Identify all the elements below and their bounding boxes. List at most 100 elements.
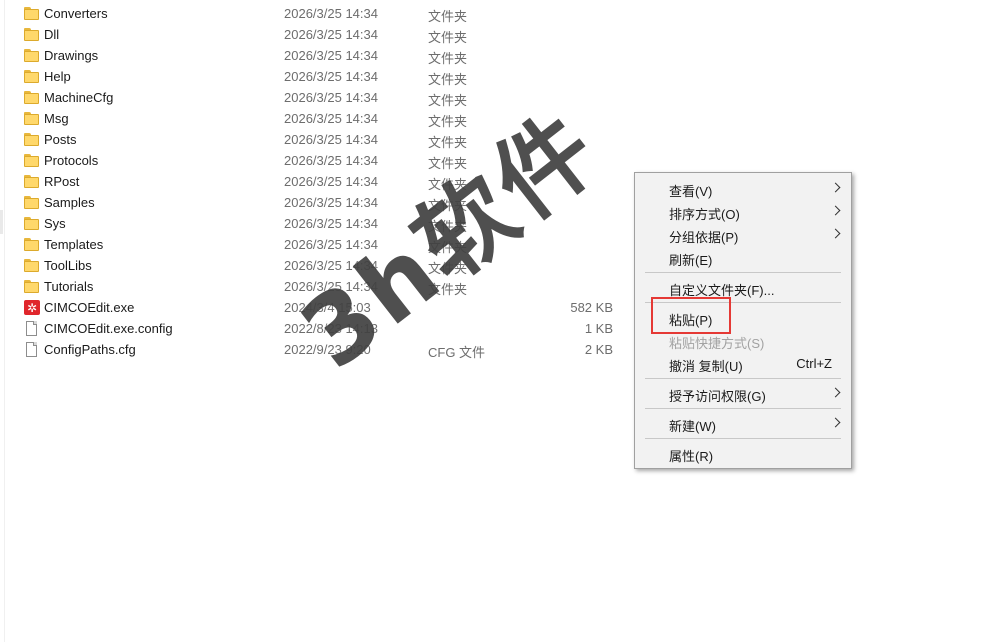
file-name: Converters (44, 6, 108, 21)
file-type: 文件夹 (428, 72, 468, 87)
file-row[interactable]: Msg 2026/3/25 14:34 文件夹 (0, 108, 640, 129)
file-size: 2 KB (584, 342, 613, 357)
file-type: 文件夹 (428, 156, 468, 171)
file-name: Templates (44, 237, 104, 252)
file-type: 文件夹 (428, 177, 468, 192)
chevron-right-icon (830, 417, 841, 428)
file-row[interactable]: ToolLibs 2026/3/25 14:34 文件夹 (0, 255, 640, 276)
menu-item-refresh[interactable]: 刷新(E) (635, 246, 851, 269)
file-row[interactable]: ConfigPaths.cfg 2022/9/23 9:20 CFG 文件 2 … (0, 339, 640, 360)
file-date: 2022/8/23 14:13 (284, 321, 378, 336)
folder-icon (24, 111, 40, 126)
file-row[interactable]: Help 2026/3/25 14:34 文件夹 (0, 66, 640, 87)
file-date: 2026/3/25 14:34 (284, 27, 378, 42)
file-type: 文件夹 (428, 240, 468, 255)
menu-item-new[interactable]: 新建(W) (635, 412, 851, 435)
file-row[interactable]: Tutorials 2026/3/25 14:34 文件夹 (0, 276, 640, 297)
file-size: 582 KB (570, 300, 613, 315)
document-icon (24, 342, 40, 357)
file-name: Protocols (44, 153, 99, 168)
menu-separator (645, 378, 841, 379)
menu-item-group-by[interactable]: 分组依据(P) (635, 223, 851, 246)
file-name: Dll (44, 27, 60, 42)
file-name: Samples (44, 195, 95, 210)
chevron-right-icon (830, 228, 841, 239)
file-type: 文件夹 (428, 282, 468, 297)
file-name: ToolLibs (44, 258, 92, 273)
file-name: Help (44, 69, 71, 84)
menu-item-properties[interactable]: 属性(R) (635, 442, 851, 465)
cimco-app-icon: ✲ (24, 300, 40, 315)
file-date: 2026/3/25 14:34 (284, 69, 378, 84)
file-row[interactable]: Drawings 2026/3/25 14:34 文件夹 (0, 45, 640, 66)
file-date: 2026/3/25 14:34 (284, 279, 378, 294)
file-type: 文件夹 (428, 198, 468, 213)
folder-icon (24, 48, 40, 63)
file-row[interactable]: Dll 2026/3/25 14:34 文件夹 (0, 24, 640, 45)
menu-item-sort-by[interactable]: 排序方式(O) (635, 200, 851, 223)
menu-item-undo-copy[interactable]: 撤消 复制(U) Ctrl+Z (635, 352, 851, 375)
menu-item-label: 属性(R) (669, 449, 714, 464)
chevron-right-icon (830, 205, 841, 216)
file-type: 文件夹 (428, 93, 468, 108)
file-list: Converters 2026/3/25 14:34 文件夹 Dll 2026/… (0, 3, 640, 360)
folder-icon (24, 258, 40, 273)
file-date: 2026/3/25 14:34 (284, 195, 378, 210)
file-date: 2026/3/25 14:34 (284, 258, 378, 273)
file-type: 文件夹 (428, 9, 468, 24)
file-row[interactable]: Templates 2026/3/25 14:34 文件夹 (0, 234, 640, 255)
file-name: CIMCOEdit.exe.config (44, 321, 173, 336)
file-name: MachineCfg (44, 90, 114, 105)
menu-item-label: 撤消 复制(U) (669, 359, 743, 374)
menu-item-label: 查看(V) (669, 184, 713, 199)
file-row[interactable]: Protocols 2026/3/25 14:34 文件夹 (0, 150, 640, 171)
file-row[interactable]: CIMCOEdit.exe.config 2022/8/23 14:13 1 K… (0, 318, 640, 339)
folder-icon (24, 69, 40, 84)
file-row[interactable]: Posts 2026/3/25 14:34 文件夹 (0, 129, 640, 150)
file-row[interactable]: Samples 2026/3/25 14:34 文件夹 (0, 192, 640, 213)
file-date: 2026/3/25 14:34 (284, 132, 378, 147)
document-icon (24, 321, 40, 336)
file-name: CIMCOEdit.exe (44, 300, 135, 315)
file-row[interactable]: Converters 2026/3/25 14:34 文件夹 (0, 3, 640, 24)
file-type: 文件夹 (428, 261, 468, 276)
menu-item-label: 排序方式(O) (669, 207, 740, 222)
menu-separator (645, 272, 841, 273)
folder-icon (24, 27, 40, 42)
folder-icon (24, 90, 40, 105)
file-date: 2026/3/25 14:34 (284, 174, 378, 189)
file-row[interactable]: MachineCfg 2026/3/25 14:34 文件夹 (0, 87, 640, 108)
menu-item-label: 粘贴快捷方式(S) (669, 336, 765, 351)
folder-icon (24, 6, 40, 21)
folder-icon (24, 153, 40, 168)
menu-item-view[interactable]: 查看(V) (635, 177, 851, 200)
menu-separator (645, 408, 841, 409)
file-type: 文件夹 (428, 51, 468, 66)
menu-item-customize-folder[interactable]: 自定义文件夹(F)... (635, 276, 851, 299)
file-date: 2026/3/25 14:34 (284, 153, 378, 168)
folder-icon (24, 279, 40, 294)
file-date: 2026/3/25 14:34 (284, 6, 378, 21)
file-row[interactable]: RPost 2026/3/25 14:34 文件夹 (0, 171, 640, 192)
file-name: RPost (44, 174, 80, 189)
file-date: 2026/3/25 14:34 (284, 90, 378, 105)
menu-item-label: 新建(W) (669, 419, 716, 434)
file-date: 2026/3/25 14:34 (284, 48, 378, 63)
folder-icon (24, 195, 40, 210)
file-type: 文件夹 (428, 135, 468, 150)
file-name: Drawings (44, 48, 99, 63)
menu-item-grant-access[interactable]: 授予访问权限(G) (635, 382, 851, 405)
file-name: ConfigPaths.cfg (44, 342, 136, 357)
menu-item-shortcut: Ctrl+Z (796, 356, 832, 371)
file-name: Msg (44, 111, 69, 126)
folder-icon (24, 132, 40, 147)
file-row[interactable]: Sys 2026/3/25 14:34 文件夹 (0, 213, 640, 234)
menu-item-label: 刷新(E) (669, 253, 713, 268)
chevron-right-icon (830, 182, 841, 193)
chevron-right-icon (830, 387, 841, 398)
file-name: Sys (44, 216, 66, 231)
file-date: 2026/3/25 14:34 (284, 111, 378, 126)
file-size: 1 KB (584, 321, 613, 336)
menu-separator (645, 438, 841, 439)
file-row[interactable]: ✲ CIMCOEdit.exe 2024/3/4 15:03 582 KB (0, 297, 640, 318)
